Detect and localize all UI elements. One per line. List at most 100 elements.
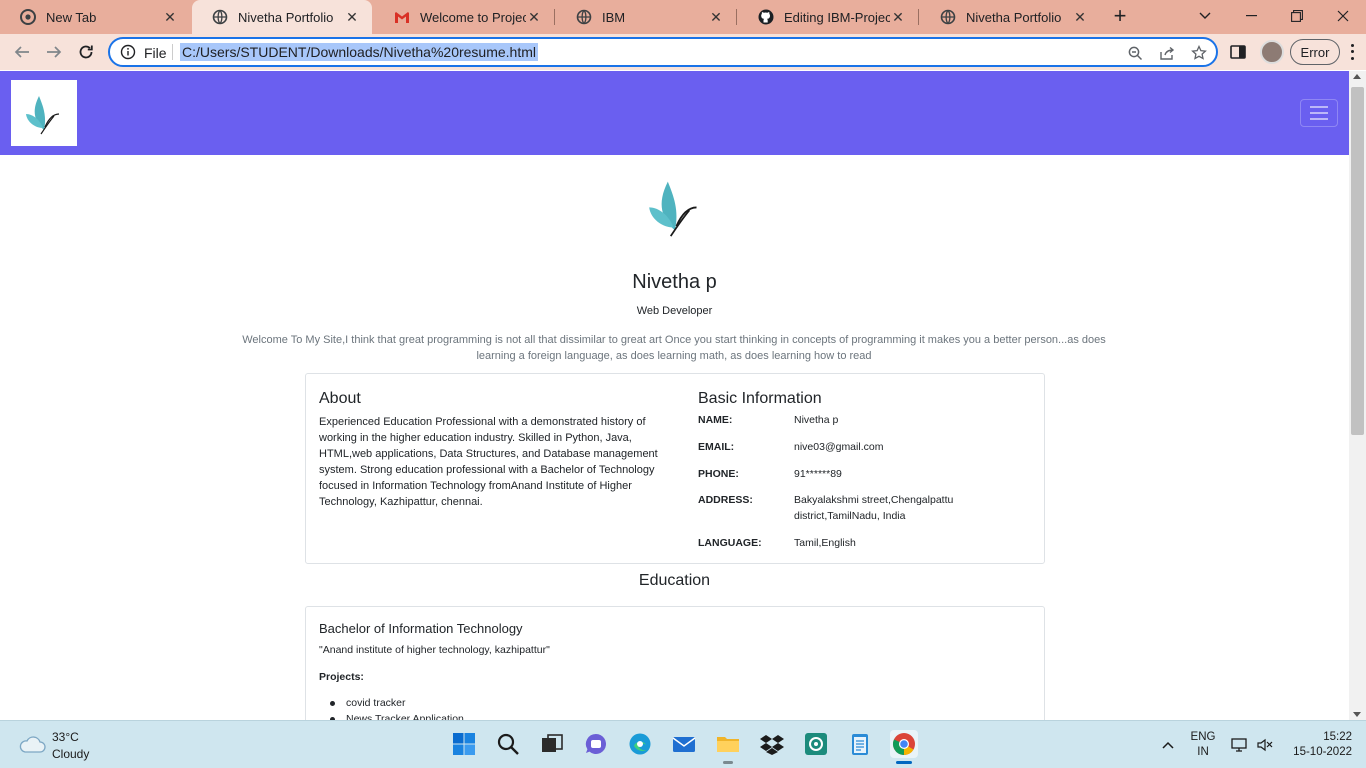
scroll-down-arrow-icon[interactable] [1353, 712, 1361, 717]
email-value: nive03@gmail.com [794, 441, 884, 453]
notepad-icon[interactable] [846, 730, 874, 758]
page-scrollbar[interactable] [1349, 71, 1366, 720]
name-label: NAME: [698, 414, 733, 426]
close-icon[interactable]: ✕ [526, 9, 542, 25]
degree-title: Bachelor of Information Technology [319, 621, 523, 636]
weather-temperature[interactable]: 33°C [52, 730, 79, 744]
address-label: ADDRESS: [698, 494, 753, 506]
new-tab-button[interactable]: + [1108, 5, 1132, 29]
name-value: Nivetha p [794, 414, 839, 426]
avatar[interactable] [1260, 40, 1284, 64]
butterfly-logo-icon [26, 96, 60, 135]
close-icon[interactable]: ✕ [344, 9, 360, 25]
dropbox-icon[interactable] [758, 730, 786, 758]
education-heading: Education [638, 572, 711, 589]
profile-logo [625, 166, 725, 246]
clock-time: 15:22 [1323, 731, 1352, 743]
tab-search-chevron-icon[interactable] [1182, 0, 1228, 32]
close-icon[interactable]: ✕ [890, 9, 906, 25]
tab-separator [736, 9, 737, 25]
site-navbar [0, 71, 1349, 155]
scroll-up-arrow-icon[interactable] [1353, 74, 1361, 79]
browser-toolbar: File C:/Users/STUDENT/Downloads/Nivetha%… [0, 34, 1366, 70]
teams-chat-icon[interactable] [582, 730, 610, 758]
address-value: Bakyalakshmi street,Chengalpattu distric… [794, 494, 954, 522]
close-icon[interactable]: ✕ [708, 9, 724, 25]
gmail-icon [394, 9, 410, 25]
globe-icon [940, 9, 956, 25]
windows-taskbar: 33°C Cloudy ENG IN 15:22 15-10-2022 [0, 720, 1366, 768]
cloud-icon[interactable] [18, 735, 46, 753]
share-icon[interactable] [1158, 44, 1176, 62]
tab-nivetha-portfolio-active[interactable]: Nivetha Portfolio ✕ [192, 0, 372, 34]
browser-tab-strip: New Tab ✕ Nivetha Portfolio ✕ Welcome to… [0, 0, 1366, 34]
butterfly-logo-icon [649, 181, 697, 237]
mail-icon[interactable] [670, 730, 698, 758]
search-icon[interactable] [494, 730, 522, 758]
minimize-button[interactable] [1228, 0, 1274, 32]
browser-menu-icon[interactable] [1344, 42, 1360, 62]
chrome-icon [20, 9, 36, 25]
projects-label: Projects: [319, 671, 364, 683]
system-clock[interactable]: 15:22 15-10-2022 [1282, 730, 1352, 760]
navbar-toggle-button[interactable] [1300, 99, 1338, 127]
tab-title: Nivetha Portfolio [966, 9, 1062, 25]
edge-icon[interactable] [626, 730, 654, 758]
globe-icon [576, 9, 592, 25]
phone-label: PHONE: [698, 468, 739, 480]
education-card: Bachelor of Information Technology "Anan… [305, 606, 1045, 720]
tab-title: IBM [602, 9, 626, 25]
language-indicator[interactable]: ENG IN [1188, 730, 1218, 760]
tab-title: New Tab [46, 9, 97, 25]
basic-info-heading: Basic Information [698, 390, 822, 407]
tab-title: Editing IBM-Project-1( [784, 9, 890, 25]
weather-condition[interactable]: Cloudy [52, 747, 89, 761]
globe-icon [212, 9, 228, 25]
bookmark-star-icon[interactable] [1190, 44, 1208, 62]
file-scheme-label: File [144, 45, 167, 61]
zoom-icon[interactable] [1126, 44, 1144, 62]
profile-role: Web Developer [636, 305, 713, 317]
back-button[interactable] [8, 38, 36, 66]
profile-error-button[interactable]: Error [1290, 39, 1340, 65]
site-logo[interactable] [11, 80, 77, 146]
tab-title: Nivetha Portfolio [238, 9, 334, 25]
address-bar[interactable]: File C:/Users/STUDENT/Downloads/Nivetha%… [108, 37, 1218, 67]
list-item: covid tracker [319, 695, 464, 711]
start-icon[interactable] [450, 730, 478, 758]
about-card: About Experienced Education Professional… [305, 373, 1045, 564]
close-icon[interactable]: ✕ [162, 9, 178, 25]
display-icon[interactable] [1228, 721, 1250, 768]
tab-ibm[interactable]: IBM ✕ [556, 0, 736, 34]
reload-button[interactable] [72, 38, 100, 66]
info-icon[interactable] [120, 44, 136, 60]
chevron-up-icon[interactable] [1158, 721, 1178, 768]
tab-github[interactable]: Editing IBM-Project-1( ✕ [738, 0, 918, 34]
profile-name: Nivetha p [632, 271, 717, 293]
language-label: LANGUAGE: [698, 537, 762, 549]
side-panel-icon[interactable] [1228, 42, 1248, 62]
forward-button[interactable] [40, 38, 68, 66]
url-text[interactable]: C:/Users/STUDENT/Downloads/Nivetha%20res… [180, 43, 538, 61]
tab-separator [554, 9, 555, 25]
chrome-icon[interactable] [890, 730, 918, 764]
tab-title: Welcome to Project! D [420, 9, 526, 25]
tab-nivetha-portfolio[interactable]: Nivetha Portfolio ✕ [920, 0, 1100, 34]
tab-gmail[interactable]: Welcome to Project! D ✕ [374, 0, 554, 34]
phone-value: 91******89 [794, 468, 842, 480]
restore-button[interactable] [1274, 0, 1320, 32]
close-icon[interactable]: ✕ [1072, 9, 1088, 25]
file-explorer-icon[interactable] [714, 730, 742, 764]
volume-muted-icon[interactable] [1254, 721, 1276, 768]
tab-new-tab[interactable]: New Tab ✕ [0, 0, 190, 34]
clock-date: 15-10-2022 [1293, 746, 1352, 758]
github-icon [758, 9, 774, 25]
email-label: EMAIL: [698, 441, 735, 453]
scrollbar-thumb[interactable] [1351, 87, 1364, 435]
store-icon[interactable] [802, 730, 830, 758]
profile-intro: Welcome To My Site,I think that great pr… [242, 334, 1106, 362]
page-viewport: Nivetha p Web Developer Welcome To My Si… [0, 71, 1349, 720]
task-view-icon[interactable] [538, 730, 566, 758]
close-window-button[interactable] [1320, 0, 1366, 32]
tab-separator [918, 9, 919, 25]
